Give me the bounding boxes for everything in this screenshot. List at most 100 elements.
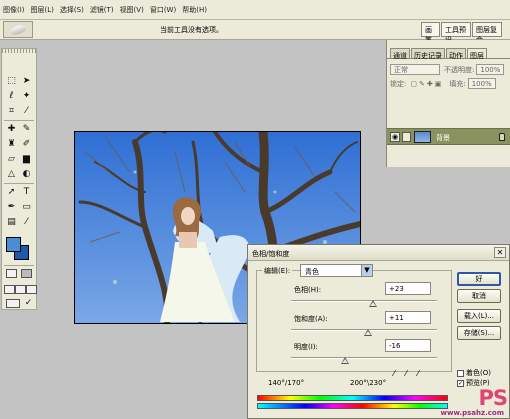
- screen-mode-full-icon[interactable]: [26, 285, 37, 294]
- watermark-site: www.psahz.com: [440, 409, 504, 417]
- eyedropper-icon[interactable]: ⁄: [389, 369, 399, 379]
- dialog-titlebar[interactable]: 色相/饱和度 ✕: [248, 245, 509, 261]
- toolbox-divider: [4, 183, 34, 184]
- colorize-checkbox-box[interactable]: [457, 369, 464, 377]
- gradient-icon[interactable]: ▆: [20, 153, 33, 166]
- edit-label: 编辑(E):: [262, 266, 293, 276]
- lock-icon: [499, 133, 505, 141]
- fill-input[interactable]: 100%: [467, 78, 496, 89]
- tab-history[interactable]: 历史记录: [411, 48, 445, 60]
- menu-window[interactable]: 窗口(W): [150, 5, 176, 15]
- layer-name: 背景: [436, 134, 450, 142]
- toolbox-divider: [4, 120, 34, 121]
- colorize-checkbox[interactable]: 着色(O): [457, 368, 491, 378]
- palette-well: 画笔 工具预设 图层复合: [421, 22, 503, 44]
- blur-icon[interactable]: △: [5, 168, 18, 181]
- eyedropper-plus-icon[interactable]: ⁄: [401, 369, 411, 379]
- hue-slider-track[interactable]: [291, 300, 437, 307]
- eraser-icon[interactable]: ▱: [5, 153, 18, 166]
- options-hint: 当前工具没有选项。: [160, 26, 223, 34]
- dock-tab-tool-presets[interactable]: 工具预设: [441, 22, 471, 44]
- saturation-slider-track[interactable]: [291, 329, 437, 336]
- notes-icon[interactable]: ▤: [5, 216, 18, 229]
- layer-brush-icon: [402, 132, 411, 142]
- menu-image[interactable]: 图像(I): [3, 5, 25, 15]
- layers-panel: 通道 历史记录 动作 图层 正常 不透明度: 100% 锁定: ▢✎✚▣ 填充:…: [386, 40, 510, 167]
- lasso-icon[interactable]: ℓ: [5, 90, 18, 103]
- lightness-slider-track[interactable]: [291, 357, 437, 364]
- lightness-slider-thumb[interactable]: [341, 357, 350, 364]
- save-button[interactable]: 存储(S)...: [457, 326, 501, 340]
- crop-icon[interactable]: ⌗: [5, 105, 18, 118]
- lock-options-icon[interactable]: ▢✎✚▣: [410, 80, 443, 88]
- hue-saturation-dialog: 色相/饱和度 ✕ 编辑(E): 青色 ▼ 色相(H): +23 饱和度(A): …: [247, 244, 510, 419]
- dodge-icon[interactable]: ◐: [20, 168, 33, 181]
- move-icon[interactable]: ➤: [20, 75, 33, 88]
- dock-tab-layer-comps[interactable]: 图层复合: [472, 22, 502, 44]
- standard-mode-icon[interactable]: [6, 269, 17, 278]
- menu-select[interactable]: 选择(S): [60, 5, 84, 15]
- menu-layer[interactable]: 图层(L): [31, 5, 54, 15]
- tab-channels[interactable]: 通道: [390, 48, 410, 60]
- color-bar-bottom[interactable]: [257, 403, 448, 409]
- opacity-label: 不透明度:: [444, 65, 475, 74]
- lock-row: 锁定: ▢✎✚▣ 填充: 100%: [390, 78, 496, 89]
- toolbox-grip[interactable]: [2, 49, 36, 53]
- eyedropper-minus-icon[interactable]: ⁄: [413, 369, 423, 379]
- screen-mode-standard-icon[interactable]: [4, 285, 15, 294]
- blend-mode-select[interactable]: 正常: [390, 64, 440, 75]
- ok-button[interactable]: 好: [457, 272, 501, 286]
- menu-bar: 图像(I) 图层(L) 选择(S) 滤镜(T) 视图(V) 窗口(W) 帮助(H…: [0, 0, 510, 20]
- shape-icon[interactable]: ▭: [20, 201, 33, 214]
- screen-mode-full-menu-icon[interactable]: [15, 285, 26, 294]
- hue-slider-thumb[interactable]: [368, 300, 377, 307]
- saturation-input[interactable]: +11: [385, 311, 431, 324]
- brush-icon[interactable]: ✎: [20, 123, 33, 136]
- eyedropper-icon[interactable]: ⁄: [20, 216, 33, 229]
- edit-select[interactable]: 青色 ▼: [300, 264, 373, 277]
- edit-icon[interactable]: ✓: [22, 297, 35, 310]
- quick-mask-icon[interactable]: [21, 269, 32, 278]
- lock-label: 锁定:: [390, 79, 407, 88]
- load-button[interactable]: 载入(L)...: [457, 309, 501, 323]
- healing-icon[interactable]: ✚: [5, 123, 18, 136]
- hue-label: 色相(H):: [294, 286, 322, 294]
- tool-preset-picker[interactable]: [3, 21, 33, 38]
- watermark-logo: PS: [478, 386, 507, 410]
- colorize-label: 着色(O): [466, 369, 491, 377]
- lightness-input[interactable]: -16: [385, 339, 431, 352]
- preview-checkbox-box[interactable]: ✓: [457, 379, 464, 387]
- type-icon[interactable]: T: [20, 186, 33, 199]
- stamp-icon[interactable]: ♜: [5, 138, 18, 151]
- cancel-button[interactable]: 取消: [457, 289, 501, 303]
- tab-layers[interactable]: 图层: [467, 48, 487, 60]
- opacity-input[interactable]: 100%: [476, 64, 505, 75]
- pen-icon[interactable]: ✒: [5, 201, 18, 214]
- saturation-label: 饱和度(A):: [294, 315, 328, 323]
- layer-thumbnail: [414, 131, 431, 143]
- menu-view[interactable]: 视图(V): [120, 5, 144, 15]
- menu-filter[interactable]: 滤镜(T): [90, 5, 114, 15]
- hue-input[interactable]: +23: [385, 282, 431, 295]
- close-icon[interactable]: ✕: [494, 247, 506, 258]
- blend-row: 正常 不透明度: 100%: [390, 64, 505, 75]
- jump-to-imageready-icon[interactable]: [6, 299, 20, 308]
- marquee-icon[interactable]: ⬚: [5, 75, 18, 88]
- foreground-color-swatch[interactable]: [6, 237, 21, 252]
- menu-help[interactable]: 帮助(H): [182, 5, 207, 15]
- magic-wand-icon[interactable]: ✦: [20, 90, 33, 103]
- range-left-label: 140°/170°: [268, 379, 305, 387]
- dock-tab-brushes[interactable]: 画笔: [421, 22, 440, 44]
- edit-select-value: 青色: [305, 268, 319, 276]
- layer-row-background[interactable]: ◉ 背景: [387, 128, 510, 145]
- history-brush-icon[interactable]: ✐: [20, 138, 33, 151]
- toolbox: ⬚ ➤ ℓ ✦ ⌗ ⁄ ✚ ✎ ♜ ✐ ▱ ▆ △ ◐ ➚ T ✒ ▭ ▤ ⁄ …: [1, 48, 37, 310]
- path-select-icon[interactable]: ➚: [5, 186, 18, 199]
- chevron-down-icon[interactable]: ▼: [361, 265, 372, 276]
- range-right-label: 200°\230°: [350, 379, 387, 387]
- saturation-slider-thumb[interactable]: [364, 329, 373, 336]
- slice-icon[interactable]: ⁄: [20, 105, 33, 118]
- eye-icon[interactable]: ◉: [390, 132, 400, 142]
- tab-actions[interactable]: 动作: [446, 48, 466, 60]
- lightness-label: 明度(I):: [294, 343, 318, 351]
